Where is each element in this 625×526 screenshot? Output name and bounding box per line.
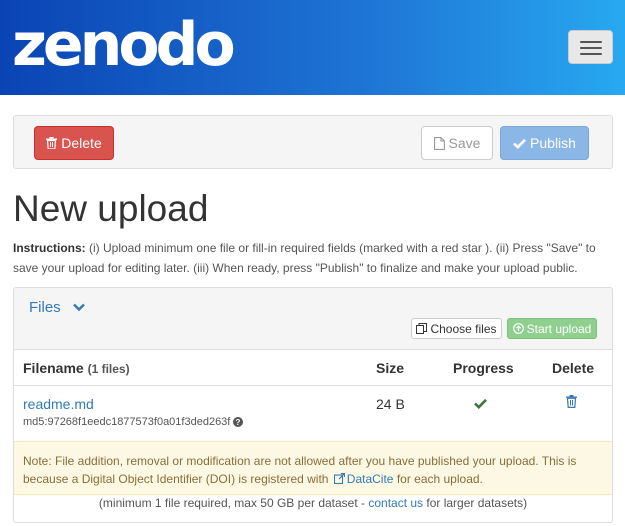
file-checksum: md5:97268f1eedc1877573f0a01f3ded263f ? xyxy=(23,416,244,428)
external-link-icon xyxy=(333,473,345,484)
save-button[interactable]: Save xyxy=(421,126,493,160)
files-panel: Files Choose files Start upload Filename… xyxy=(13,287,613,523)
page-title: New upload xyxy=(13,188,209,229)
zenodo-logo[interactable]: zenodo xyxy=(12,10,236,80)
delete-button-label: Delete xyxy=(61,135,102,151)
start-upload-label: Start upload xyxy=(526,321,592,336)
instructions-text: (i) Upload minimum one file or fill-in r… xyxy=(13,241,596,275)
hamburger-bar xyxy=(580,47,602,49)
column-size: Size xyxy=(376,360,405,376)
deposit-action-bar: Delete Save Publish xyxy=(13,115,613,169)
publish-warning-note: Note: File addition, removal or modifica… xyxy=(14,441,612,495)
publish-button[interactable]: Publish xyxy=(500,126,589,160)
file-icon xyxy=(433,136,445,150)
check-icon xyxy=(474,396,487,414)
file-count: (1 files) xyxy=(87,362,130,376)
delete-button[interactable]: Delete xyxy=(34,126,114,160)
contact-us-link[interactable]: contact us xyxy=(368,496,423,510)
instructions-label: Instructions: xyxy=(13,241,86,255)
choose-files-label: Choose files xyxy=(430,321,497,336)
note-text-after: for each upload. xyxy=(393,472,483,486)
column-filename-label: Filename xyxy=(23,360,84,376)
column-filename: Filename (1 files) xyxy=(23,360,130,376)
file-limits-note: (minimum 1 file required, max 50 GB per … xyxy=(14,496,612,510)
hamburger-menu-button[interactable] xyxy=(568,30,613,64)
files-table-header: Filename (1 files) Size Progress Delete xyxy=(14,350,612,386)
publish-button-label: Publish xyxy=(530,135,576,151)
top-navbar: zenodo xyxy=(0,0,625,95)
file-name-link[interactable]: readme.md xyxy=(23,396,94,412)
datacite-link[interactable]: DataCite xyxy=(347,472,394,486)
choose-files-button[interactable]: Choose files xyxy=(411,318,502,339)
column-delete: Delete xyxy=(552,360,595,376)
trash-icon xyxy=(46,137,58,149)
column-progress: Progress xyxy=(453,360,514,376)
files-panel-header: Files Choose files Start upload xyxy=(14,288,612,350)
upload-instructions: Instructions: (i) Upload minimum one fil… xyxy=(13,238,613,278)
check-icon xyxy=(513,138,526,149)
limits-text-after: for larger datasets) xyxy=(423,496,528,510)
file-checksum-text: md5:97268f1eedc1877573f0a01f3ded263f xyxy=(23,416,231,428)
file-size: 24 B xyxy=(376,396,405,412)
start-upload-button[interactable]: Start upload xyxy=(507,318,597,339)
hamburger-bar xyxy=(580,53,602,55)
hamburger-menu-icon xyxy=(580,41,602,43)
upload-circle-icon xyxy=(512,323,524,334)
table-row: readme.md md5:97268f1eedc1877573f0a01f3d… xyxy=(14,386,612,441)
save-button-label: Save xyxy=(448,135,481,151)
limits-text-before: (minimum 1 file required, max 50 GB per … xyxy=(98,496,369,510)
copy-files-icon xyxy=(416,323,428,334)
trash-icon[interactable] xyxy=(566,395,577,413)
note-text-before: Note: File addition, removal or modifica… xyxy=(23,454,577,486)
svg-text:?: ? xyxy=(236,418,241,427)
files-toggle-label: Files xyxy=(29,299,61,316)
chevron-down-icon xyxy=(72,303,85,312)
files-toggle[interactable]: Files xyxy=(29,299,85,316)
question-circle-icon[interactable]: ? xyxy=(233,417,244,427)
